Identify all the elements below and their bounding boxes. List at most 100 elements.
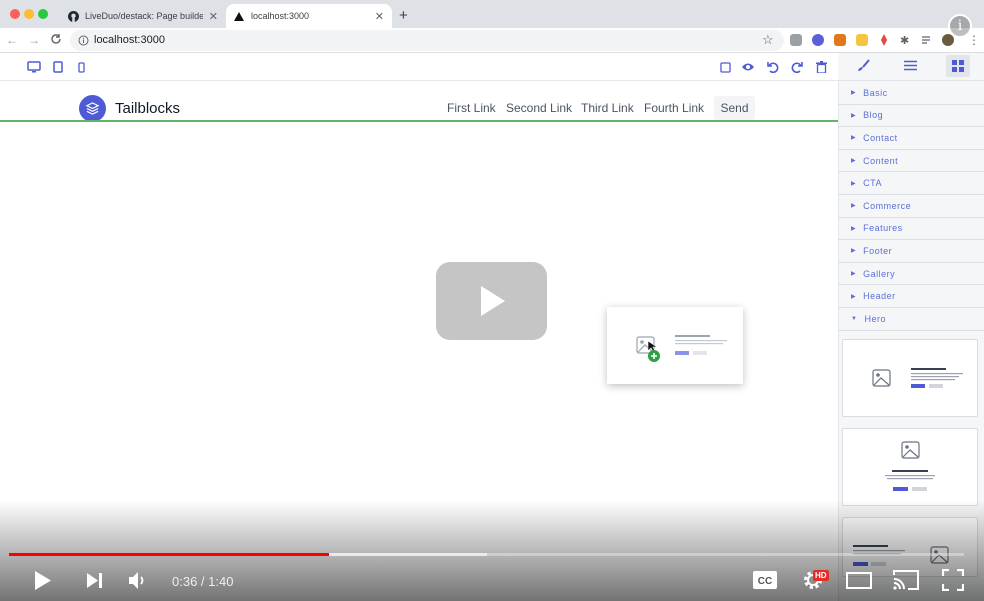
caret-right-icon: ▶ <box>851 225 857 232</box>
bookmark-star-icon[interactable]: ☆ <box>762 32 774 48</box>
drop-indicator-line <box>0 120 838 122</box>
play-icon[interactable] <box>33 570 53 591</box>
hero-block-thumbnail <box>885 441 935 491</box>
category-label: Contact <box>863 132 898 143</box>
captions-icon[interactable]: CC <box>753 571 777 589</box>
nav-link-first[interactable]: First Link <box>447 101 496 115</box>
caret-right-icon: ▶ <box>851 135 857 142</box>
category-header[interactable]: ▶ Header <box>838 285 984 308</box>
hd-badge: HD <box>813 570 829 581</box>
preview-eye-icon[interactable] <box>740 59 756 75</box>
extension-icon[interactable] <box>878 34 890 46</box>
extension-icon[interactable] <box>790 34 802 46</box>
forward-arrow-icon[interactable]: → <box>28 33 40 47</box>
address-text: localhost:3000 <box>94 34 165 46</box>
browser-menu-icon[interactable]: ⋮ <box>968 33 980 47</box>
reload-icon[interactable] <box>50 33 62 45</box>
outline-toggle-icon[interactable] <box>717 59 733 75</box>
hero-block-2[interactable] <box>842 428 978 506</box>
redo-icon[interactable] <box>789 59 805 75</box>
category-contact[interactable]: ▶ Contact <box>838 127 984 150</box>
caret-right-icon: ▶ <box>851 293 857 300</box>
category-label: Hero <box>864 313 886 324</box>
category-label: Blog <box>863 110 884 121</box>
category-gallery[interactable]: ▶ Gallery <box>838 263 984 286</box>
cast-icon[interactable] <box>892 569 920 591</box>
next-video-icon[interactable] <box>86 572 104 589</box>
hero-block-thumbnail <box>872 368 963 388</box>
vercel-icon <box>234 11 244 21</box>
brand-name[interactable]: Tailblocks <box>115 100 180 117</box>
new-tab-button[interactable]: + <box>399 7 408 24</box>
site-info-icon[interactable] <box>78 35 89 46</box>
category-basic[interactable]: ▶ Basic <box>838 82 984 105</box>
category-hero[interactable]: ▼ Hero <box>838 308 984 331</box>
layer-manager-icon[interactable] <box>904 60 917 71</box>
extension-icon[interactable] <box>812 34 824 46</box>
send-button[interactable]: Send <box>714 96 755 120</box>
caret-right-icon: ▶ <box>851 90 857 97</box>
caret-right-icon: ▶ <box>851 271 857 278</box>
caret-right-icon: ▶ <box>851 248 857 255</box>
close-tab-icon[interactable]: ✕ <box>209 10 218 23</box>
category-cta[interactable]: ▶ CTA <box>838 172 984 195</box>
tab-title: LiveDuo/destack: Page builder <box>85 11 203 21</box>
nav-link-second[interactable]: Second Link <box>506 101 572 115</box>
volume-icon[interactable] <box>128 571 150 590</box>
canvas-toolbar <box>0 53 838 81</box>
extension-icon[interactable] <box>856 34 868 46</box>
theater-mode-icon[interactable] <box>846 572 872 589</box>
category-features[interactable]: ▶ Features <box>838 218 984 241</box>
extensions-puzzle-icon[interactable]: ✱ <box>900 34 912 47</box>
category-footer[interactable]: ▶ Footer <box>838 240 984 263</box>
category-label: Features <box>863 223 903 234</box>
category-blog[interactable]: ▶ Blog <box>838 105 984 128</box>
category-label: Commerce <box>863 200 912 211</box>
large-play-button[interactable] <box>436 262 547 340</box>
caret-right-icon: ▶ <box>851 203 857 210</box>
category-label: Gallery <box>863 268 896 279</box>
reading-list-icon[interactable] <box>921 34 933 46</box>
fullscreen-icon[interactable] <box>942 569 964 591</box>
nav-link-third[interactable]: Third Link <box>581 101 634 115</box>
svg-text:CC: CC <box>758 576 772 587</box>
dragged-block-preview[interactable] <box>607 307 743 384</box>
trash-icon[interactable] <box>813 59 829 75</box>
caret-right-icon: ▶ <box>851 180 857 187</box>
category-content[interactable]: ▶ Content <box>838 150 984 173</box>
back-arrow-icon[interactable]: ← <box>6 33 18 47</box>
caret-down-icon: ▼ <box>851 315 858 322</box>
close-window-button[interactable] <box>10 9 20 19</box>
category-label: Footer <box>863 245 893 256</box>
time-display: 0:36 / 1:40 <box>172 574 234 589</box>
undo-icon[interactable] <box>764 59 780 75</box>
category-label: Basic <box>863 87 888 98</box>
close-tab-icon[interactable]: ✕ <box>375 10 384 23</box>
desktop-view-icon[interactable] <box>26 59 42 75</box>
category-label: Header <box>863 291 896 302</box>
tab-github[interactable]: LiveDuo/destack: Page builder ✕ <box>60 4 226 28</box>
github-icon <box>68 10 79 22</box>
caret-right-icon: ▶ <box>851 158 857 165</box>
style-manager-brush-icon[interactable] <box>857 59 870 72</box>
address-bar[interactable] <box>70 30 784 51</box>
minimize-window-button[interactable] <box>24 9 34 19</box>
mobile-view-icon[interactable] <box>73 59 89 75</box>
hero-block-thumbnail <box>636 335 727 362</box>
metamask-icon[interactable] <box>834 34 846 46</box>
blocks-grid-icon[interactable] <box>946 55 970 77</box>
zoom-window-button[interactable] <box>38 9 48 19</box>
category-label: Content <box>863 155 899 166</box>
info-button[interactable]: i <box>948 14 972 38</box>
nav-link-fourth[interactable]: Fourth Link <box>644 101 704 115</box>
layers-logo-icon <box>79 95 106 122</box>
progress-played <box>9 553 329 556</box>
hero-block-1[interactable] <box>842 339 978 417</box>
caret-right-icon: ▶ <box>851 112 857 119</box>
category-commerce[interactable]: ▶ Commerce <box>838 195 984 218</box>
tab-localhost[interactable]: localhost:3000 ✕ <box>226 4 392 28</box>
category-label: CTA <box>863 178 882 189</box>
play-icon <box>481 286 505 316</box>
tab-title: localhost:3000 <box>251 11 310 21</box>
tablet-view-icon[interactable] <box>50 59 66 75</box>
